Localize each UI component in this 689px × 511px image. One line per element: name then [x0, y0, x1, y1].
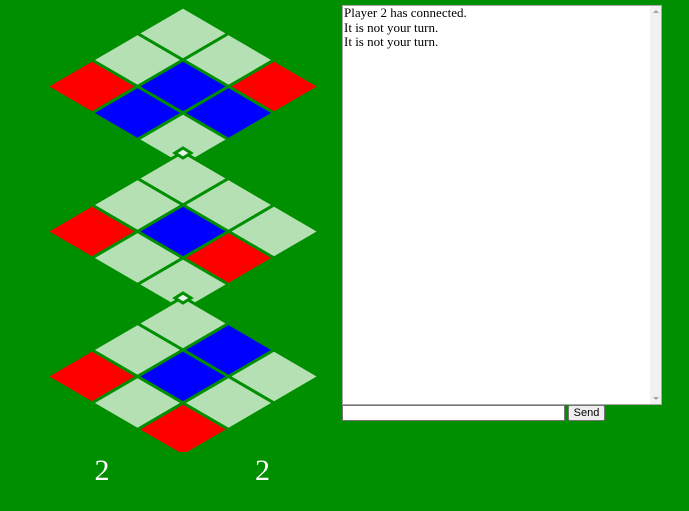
send-button[interactable]: Send — [568, 405, 605, 421]
blue-score: 2 — [94, 454, 110, 487]
scroll-down-arrow-icon[interactable] — [653, 397, 659, 400]
chat-message: Player 2 has connected. — [344, 5, 467, 20]
scroll-up-arrow-icon[interactable] — [653, 10, 659, 13]
chat-message: It is not your turn. — [344, 19, 439, 35]
chat-log[interactable]: Player 2 has connected. It is not your t… — [342, 5, 662, 405]
chat-scrollbar[interactable] — [650, 6, 661, 404]
chat-messages: Player 2 has connected. It is not your t… — [344, 6, 650, 50]
chat-message: It is not your turn. — [344, 34, 439, 49]
chat-message-input[interactable] — [342, 405, 565, 421]
game-board — [43, 5, 323, 452]
score-bar: 2 2 — [22, 452, 343, 490]
red-score: 2 — [255, 454, 270, 487]
